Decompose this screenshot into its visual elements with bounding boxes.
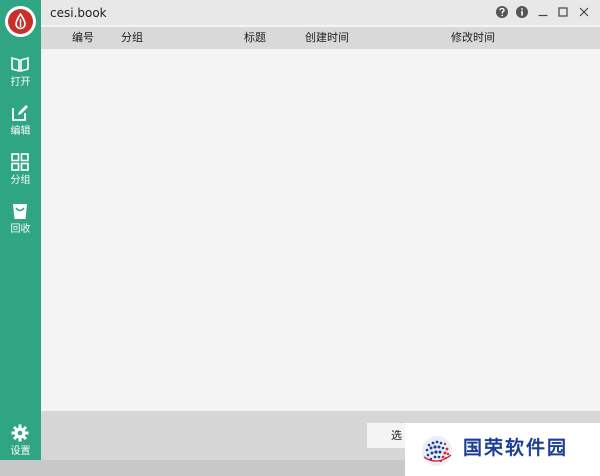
grid-icon bbox=[11, 153, 29, 171]
sidebar-item-open[interactable]: 打开 bbox=[0, 52, 41, 96]
sidebar-item-label: 打开 bbox=[10, 77, 31, 88]
column-header-created-time[interactable]: 创建时间 bbox=[305, 32, 349, 44]
recycle-bin-icon bbox=[13, 204, 27, 219]
open-book-icon bbox=[11, 56, 29, 73]
table-header: 编号 分组 标题 创建时间 修改时间 bbox=[41, 27, 600, 49]
sidebar: 打开 编辑 分组 回收 设置 bbox=[0, 0, 41, 476]
gear-icon bbox=[11, 424, 29, 442]
title-bar: cesi.book bbox=[41, 0, 600, 25]
close-icon[interactable] bbox=[577, 5, 591, 19]
watermark-text: 国荣软件园 bbox=[463, 437, 569, 459]
globe-logo-icon bbox=[422, 436, 452, 466]
window-title: cesi.book bbox=[50, 6, 107, 20]
help-icon[interactable] bbox=[495, 5, 509, 19]
sidebar-item-label: 编辑 bbox=[10, 126, 31, 137]
info-icon[interactable] bbox=[515, 5, 529, 19]
watermark: 国荣软件园 bbox=[405, 423, 600, 476]
sidebar-item-label: 回收 bbox=[10, 224, 31, 235]
minimize-icon[interactable] bbox=[536, 5, 550, 19]
column-header-number[interactable]: 编号 bbox=[72, 32, 94, 44]
sidebar-item-edit[interactable]: 编辑 bbox=[0, 101, 41, 145]
sidebar-item-settings[interactable]: 设置 bbox=[0, 421, 41, 465]
sidebar-item-group[interactable]: 分组 bbox=[0, 150, 41, 194]
sidebar-item-recycle[interactable]: 回收 bbox=[0, 199, 41, 243]
sidebar-item-label: 分组 bbox=[10, 175, 31, 186]
sidebar-item-label: 设置 bbox=[10, 446, 31, 457]
app-logo bbox=[5, 6, 36, 37]
column-header-modified-time[interactable]: 修改时间 bbox=[451, 32, 495, 44]
maximize-icon[interactable] bbox=[556, 5, 570, 19]
book-list[interactable] bbox=[41, 49, 600, 411]
column-header-title[interactable]: 标题 bbox=[244, 32, 266, 44]
edit-icon bbox=[12, 105, 28, 121]
column-header-group[interactable]: 分组 bbox=[121, 32, 143, 44]
